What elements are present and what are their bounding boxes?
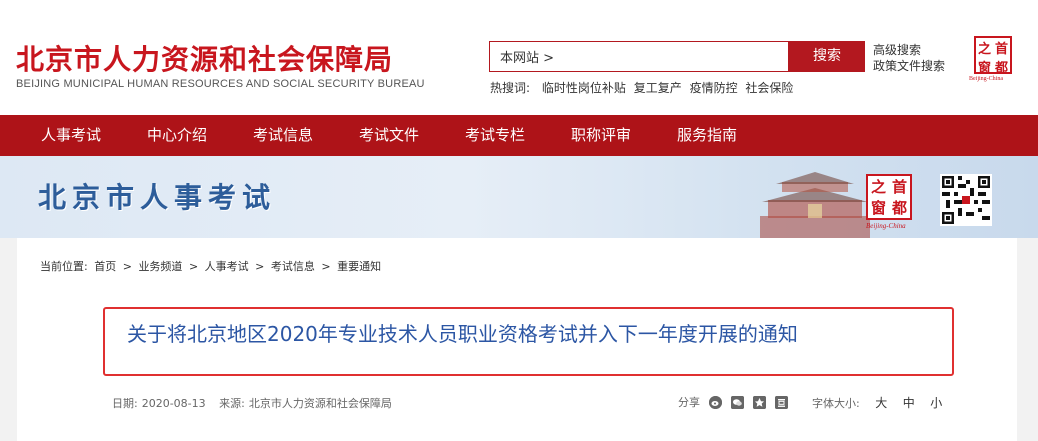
- nav-item-title-review[interactable]: 职称评审: [548, 115, 654, 156]
- capital-window-logo[interactable]: 之 首 窗 都: [974, 36, 1012, 76]
- wechat-share-icon[interactable]: [731, 395, 744, 409]
- stamp-char: 之: [870, 178, 886, 196]
- section-banner: 北京市人事考试 之 首 窗 都 Beijing-China: [0, 156, 1038, 238]
- search-button[interactable]: 搜索: [789, 41, 865, 72]
- policy-search-link[interactable]: 政策文件搜索: [873, 58, 945, 74]
- breadcrumb-separator: >: [122, 260, 132, 273]
- nav-item-exam-docs[interactable]: 考试文件: [336, 115, 442, 156]
- stamp-char: 都: [891, 199, 907, 217]
- nav-item-exam[interactable]: 人事考试: [18, 115, 124, 156]
- hot-word-link[interactable]: 疫情防控: [690, 81, 738, 95]
- hot-search-label: 热搜词:: [490, 81, 531, 95]
- breadcrumb-link-exam[interactable]: 人事考试: [205, 260, 249, 273]
- share-label: 分享: [678, 396, 700, 409]
- banner-title: 北京市人事考试: [38, 181, 277, 214]
- weibo-share-icon[interactable]: [709, 395, 722, 409]
- hot-search: 热搜词: 临时性岗位补贴 复工复产 疫情防控 社会保险: [490, 79, 797, 96]
- site-logo-en: BEIJING MUNICIPAL HUMAN RESOURCES AND SO…: [16, 78, 425, 90]
- nav-item-exam-info[interactable]: 考试信息: [230, 115, 336, 156]
- font-size-medium-button[interactable]: 中: [903, 396, 915, 410]
- site-header: 北京市人力资源和社会保障局 BEIJING MUNICIPAL HUMAN RE…: [0, 0, 1038, 115]
- site-logo-cn[interactable]: 北京市人力资源和社会保障局: [16, 38, 393, 78]
- font-size-small-button[interactable]: 小: [930, 396, 942, 410]
- hot-word-link[interactable]: 社会保险: [745, 81, 793, 95]
- qr-code: [940, 174, 992, 226]
- publish-date: 2020-08-13: [141, 397, 206, 410]
- breadcrumb-separator: >: [321, 260, 331, 273]
- article-source: 北京市人力资源和社会保障局: [248, 397, 392, 410]
- hot-word-link[interactable]: 临时性岗位补贴: [542, 81, 626, 95]
- nav-item-service-guide[interactable]: 服务指南: [654, 115, 760, 156]
- capital-window-logo: 之 首 窗 都: [866, 174, 912, 220]
- breadcrumb-separator: >: [188, 260, 199, 273]
- search-input[interactable]: [490, 42, 788, 71]
- article-meta: 日期: 2020-08-13 来源: 北京市人力资源和社会保障局: [112, 395, 402, 411]
- breadcrumb-link-home[interactable]: 首页: [94, 260, 116, 273]
- hot-word-link[interactable]: 复工复产: [634, 81, 682, 95]
- font-size-label: 字体大小:: [812, 397, 860, 410]
- search-links: 高级搜索 政策文件搜索: [873, 42, 945, 74]
- stamp-char: 之: [977, 42, 991, 57]
- share-bar: 分享: [678, 394, 788, 410]
- stamp-char: 都: [994, 61, 1008, 76]
- font-size-control: 字体大小: 大 中 小: [812, 394, 942, 411]
- stamp-caption: Beijing-China: [969, 76, 1003, 82]
- breadcrumb: 当前位置: 首页 > 业务频道 > 人事考试 > 考试信息 > 重要通知: [40, 258, 384, 274]
- advanced-search-link[interactable]: 高级搜索: [873, 42, 945, 58]
- breadcrumb-link-notice[interactable]: 重要通知: [337, 260, 381, 273]
- article-title: 关于将北京地区2020年专业技术人员职业资格考试并入下一年度开展的通知: [127, 322, 798, 346]
- breadcrumb-link-exam-info[interactable]: 考试信息: [271, 260, 315, 273]
- nav-item-center[interactable]: 中心介绍: [124, 115, 230, 156]
- stamp-char: 首: [891, 178, 907, 196]
- font-size-large-button[interactable]: 大: [875, 396, 887, 410]
- breadcrumb-link-business[interactable]: 业务频道: [138, 260, 182, 273]
- stamp-char: 首: [994, 42, 1008, 57]
- qzone-share-icon[interactable]: [753, 395, 766, 409]
- source-label: 来源:: [219, 397, 245, 410]
- breadcrumb-label: 当前位置:: [40, 260, 88, 273]
- douban-share-icon[interactable]: [775, 395, 788, 409]
- breadcrumb-separator: >: [255, 260, 265, 273]
- tiananmen-gate-illustration: [760, 172, 870, 238]
- nav-item-exam-column[interactable]: 考试专栏: [442, 115, 548, 156]
- date-label: 日期:: [112, 397, 138, 410]
- search-box: [489, 41, 789, 72]
- stamp-char: 窗: [870, 199, 886, 217]
- stamp-char: 窗: [977, 61, 991, 76]
- main-nav: 人事考试 中心介绍 考试信息 考试文件 考试专栏 职称评审 服务指南: [0, 115, 1038, 156]
- stamp-caption: Beijing-China: [866, 222, 906, 230]
